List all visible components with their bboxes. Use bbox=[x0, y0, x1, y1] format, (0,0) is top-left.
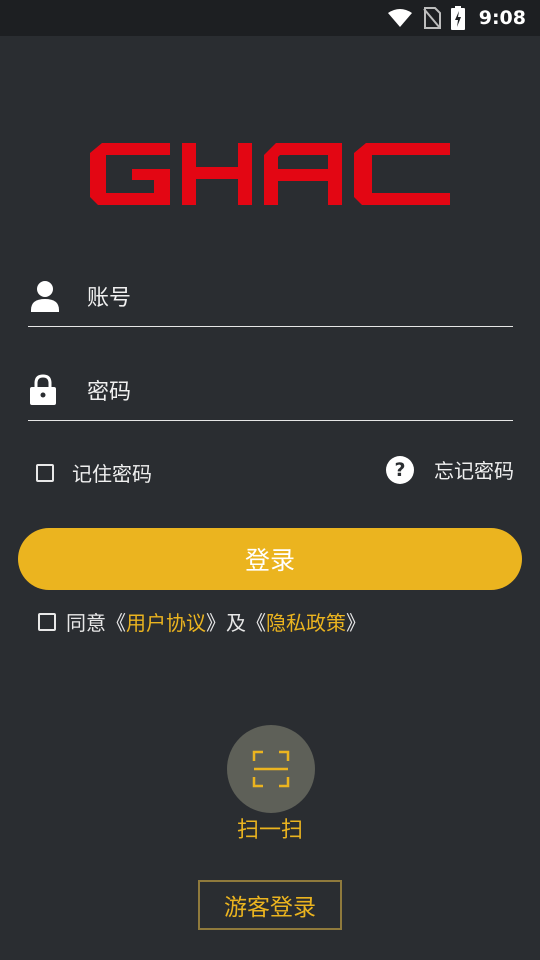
user-agreement-link[interactable]: 用户协议 bbox=[126, 611, 206, 635]
agreement-mid: 》及《 bbox=[206, 611, 266, 635]
agreement-suffix: 》 bbox=[346, 611, 366, 635]
wifi-icon bbox=[387, 9, 412, 27]
scan-label[interactable]: 扫一扫 bbox=[0, 812, 540, 844]
battery-charging-icon bbox=[450, 6, 465, 30]
privacy-policy-link[interactable]: 隐私政策 bbox=[266, 611, 346, 635]
no-sim-icon bbox=[422, 7, 441, 29]
scan-icon bbox=[252, 750, 290, 788]
lock-icon bbox=[28, 372, 68, 408]
login-button[interactable]: 登录 bbox=[18, 528, 522, 590]
remember-label: 记住密码 bbox=[72, 462, 152, 486]
forgot-password-link[interactable]: ? 忘记密码 bbox=[386, 455, 514, 484]
guest-login-button[interactable]: 游客登录 bbox=[198, 880, 342, 930]
ghac-logo bbox=[90, 143, 450, 205]
scan-button[interactable] bbox=[227, 725, 315, 813]
password-placeholder: 密码 bbox=[87, 380, 132, 405]
remember-password[interactable]: 记住密码 bbox=[36, 458, 152, 487]
password-field[interactable]: 密码 bbox=[28, 360, 513, 421]
status-bar: 9:08 bbox=[0, 0, 540, 36]
forgot-label: 忘记密码 bbox=[434, 459, 514, 483]
user-icon bbox=[28, 278, 68, 314]
help-icon: ? bbox=[386, 455, 414, 484]
agreement-row: 同意《用户协议》及《隐私政策》 bbox=[38, 607, 366, 636]
remember-checkbox[interactable] bbox=[36, 463, 54, 482]
account-placeholder: 账号 bbox=[87, 286, 132, 311]
agreement-checkbox[interactable] bbox=[38, 612, 56, 631]
account-field[interactable]: 账号 bbox=[28, 266, 513, 327]
status-time: 9:08 bbox=[478, 7, 526, 29]
agreement-prefix: 同意《 bbox=[66, 611, 126, 635]
